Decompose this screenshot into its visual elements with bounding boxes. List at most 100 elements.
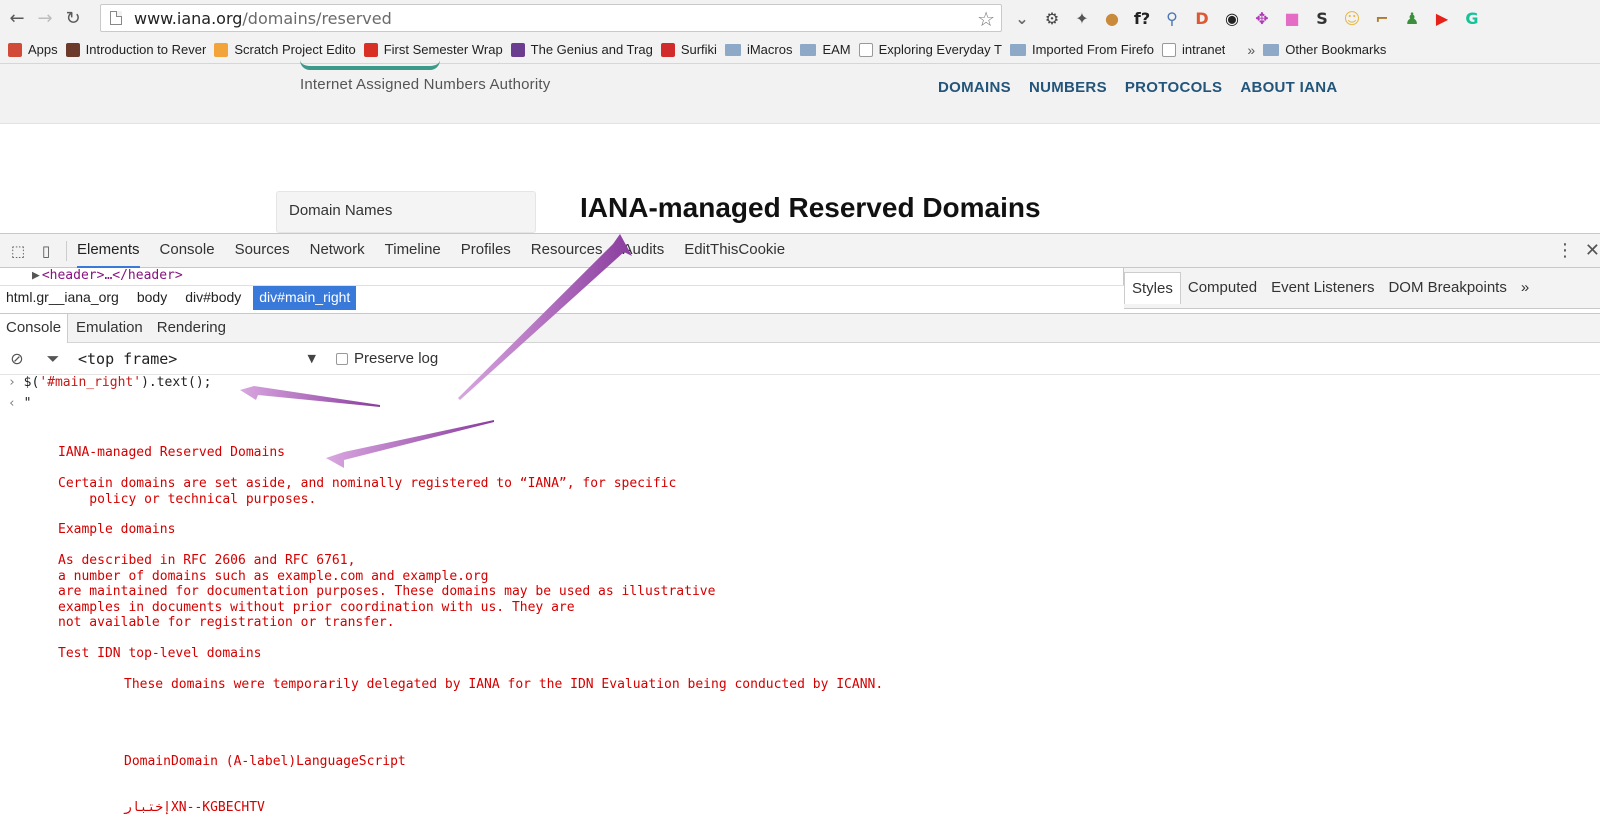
side-tab-event-listeners[interactable]: Event Listeners [1264, 272, 1381, 304]
bookmarks-bar: Apps Introduction to Rever Scratch Project… [0, 36, 1600, 64]
sidebar-domain-names[interactable]: Domain Names [276, 191, 536, 233]
dropdown-arrow-icon: ▼ [307, 351, 316, 365]
drawer-tab-rendering[interactable]: Rendering [151, 314, 232, 343]
bookmarks-overflow-icon[interactable]: » [1247, 42, 1255, 58]
nav-numbers[interactable]: NUMBERS [1029, 79, 1107, 96]
star-bookmark-icon [65, 42, 80, 57]
emoji-icon[interactable]: ☺ [1342, 8, 1362, 28]
gear-icon[interactable]: ⚙ [1042, 8, 1062, 28]
function-icon[interactable]: f? [1132, 8, 1152, 28]
bookmark-label: Exploring Everyday T [878, 42, 1002, 57]
bookmark-label: iMacros [746, 42, 793, 57]
bookmark-label: Surfiki [680, 42, 717, 57]
console-input-line[interactable]: › $('#main_right').text(); [8, 375, 212, 390]
brush-icon[interactable]: ⌐ [1372, 8, 1392, 28]
nav-about-iana[interactable]: ABOUT IANA [1240, 79, 1337, 96]
grammarly-icon[interactable]: G [1462, 8, 1482, 28]
devtools-close-icon[interactable]: ✕ [1585, 240, 1600, 261]
tab-network[interactable]: Network [310, 233, 365, 268]
bookmark-label: intranet [1182, 42, 1226, 57]
side-tab-styles[interactable]: Styles [1124, 272, 1181, 304]
devtools-menu-icon[interactable]: ⋮ [1556, 240, 1574, 261]
drawer-tab-emulation[interactable]: Emulation [70, 314, 149, 343]
tab-timeline[interactable]: Timeline [385, 233, 441, 268]
expand-triangle-icon[interactable]: ▶ [32, 268, 40, 283]
console-output-line: إختبارXN--KGBECHTV [124, 800, 265, 815]
frame-select[interactable]: <top frame> ▼ [78, 350, 316, 368]
forward-arrow-icon[interactable]: → [34, 7, 56, 29]
people-icon[interactable]: ♟ [1402, 8, 1422, 28]
breadcrumb-item[interactable]: div#body [179, 286, 247, 310]
tab-elements[interactable]: Elements [77, 233, 140, 268]
iana-logo[interactable] [300, 60, 440, 70]
chrome-dark-icon[interactable]: ◉ [1222, 8, 1242, 28]
bookmark-item[interactable]: Surfiki [660, 42, 717, 57]
bookmark-item[interactable]: Introduction to Rever [65, 42, 206, 57]
magnifier-icon[interactable]: ⚲ [1162, 8, 1182, 28]
url-text[interactable]: www.iana.org/domains/reserved [134, 9, 392, 28]
console-output-line: Certain domains are set aside, and nomin… [58, 476, 677, 491]
console-output-line: a number of domains such as example.com … [58, 569, 489, 584]
reload-icon[interactable]: ↻ [62, 7, 84, 29]
device-mode-icon[interactable]: ▯ [36, 241, 56, 261]
console-output-line: IANA-managed Reserved Domains [58, 445, 285, 460]
bookmark-item[interactable]: EAM [800, 42, 851, 57]
bookmark-item[interactable]: intranet [1162, 42, 1225, 57]
puzzle-icon[interactable]: ✦ [1072, 8, 1092, 28]
side-tabs-overflow-icon[interactable]: » [1514, 272, 1536, 304]
console-output-line: are maintained for documentation purpose… [58, 584, 716, 599]
elements-panel: ▶ <header>…</header> html.gr__iana_org bod… [0, 268, 1124, 310]
back-arrow-icon[interactable]: ← [6, 7, 28, 29]
breadcrumb-item[interactable]: div#main_right [253, 285, 357, 310]
bookmark-item[interactable]: First Semester Wrap [363, 42, 503, 57]
cross-arrows-icon[interactable]: ✥ [1252, 8, 1272, 28]
preserve-log-label: Preserve log [354, 350, 439, 367]
console-output-line: DomainDomain (A-label)LanguageScript [124, 754, 406, 769]
gradient-square-icon[interactable]: ■ [1282, 8, 1302, 28]
tab-audits[interactable]: Audits [623, 233, 665, 268]
bookmark-item[interactable]: Scratch Project Edito [214, 42, 356, 57]
cmd-suffix: ).text(); [141, 375, 212, 390]
preserve-log-checkbox[interactable] [336, 352, 348, 365]
clear-console-icon[interactable]: ⊘ [8, 349, 26, 368]
bookmark-star-icon[interactable]: ☆ [977, 7, 995, 31]
bookmark-item[interactable]: iMacros [724, 42, 793, 57]
dom-node-text: <header>…</header> [41, 268, 183, 283]
bookmark-item[interactable]: Imported From Firefo [1009, 42, 1154, 57]
dom-tree-node[interactable]: ▶ <header>…</header> [32, 268, 183, 283]
apps-grid-icon [8, 42, 22, 57]
tab-editthiscookie[interactable]: EditThisCookie [684, 233, 785, 268]
tab-sources[interactable]: Sources [235, 233, 290, 268]
breadcrumb-item[interactable]: body [131, 286, 173, 310]
tab-resources[interactable]: Resources [531, 233, 603, 268]
console-result-line: ‹ " [8, 396, 31, 411]
bookmark-label: First Semester Wrap [383, 42, 503, 57]
side-tab-dom-breakpoints[interactable]: DOM Breakpoints [1381, 272, 1513, 304]
bookmark-item[interactable]: Exploring Everyday T [858, 42, 1002, 57]
tab-profiles[interactable]: Profiles [461, 233, 511, 268]
filter-icon[interactable]: ⏷ [44, 349, 62, 368]
breadcrumb: html.gr__iana_org body div#body div#main_ri… [0, 285, 1124, 310]
bookmark-item[interactable]: The Genius and Trag [510, 42, 653, 57]
side-tab-computed[interactable]: Computed [1181, 272, 1264, 304]
other-bookmarks[interactable]: Other Bookmarks [1263, 42, 1386, 57]
cookie-icon[interactable]: ● [1102, 8, 1122, 28]
page-icon [110, 11, 122, 25]
pocket-icon[interactable]: ⌄ [1012, 8, 1032, 28]
page-icon [858, 42, 873, 57]
duckduckgo-icon[interactable]: D [1192, 8, 1212, 28]
youtube-icon[interactable]: ▶ [1432, 8, 1452, 28]
console-output-line: Example domains [58, 522, 176, 537]
console-output-line: These domains were temporarily delegated… [124, 677, 884, 692]
nav-domains[interactable]: DOMAINS [938, 79, 1011, 96]
tab-console[interactable]: Console [160, 233, 215, 268]
bookmark-item[interactable]: Apps [8, 42, 58, 57]
breadcrumb-item[interactable]: html.gr__iana_org [0, 286, 125, 310]
drawer-tab-console[interactable]: Console [0, 313, 69, 343]
nav-protocols[interactable]: PROTOCOLS [1125, 79, 1222, 96]
s-icon[interactable]: S [1312, 8, 1332, 28]
inspect-element-icon[interactable]: ⬚ [8, 241, 28, 261]
console-output-line: Test IDN top-level domains [58, 646, 262, 661]
bookmark-label: Scratch Project Edito [234, 42, 356, 57]
address-bar[interactable]: www.iana.org/domains/reserved ☆ [100, 4, 1002, 32]
